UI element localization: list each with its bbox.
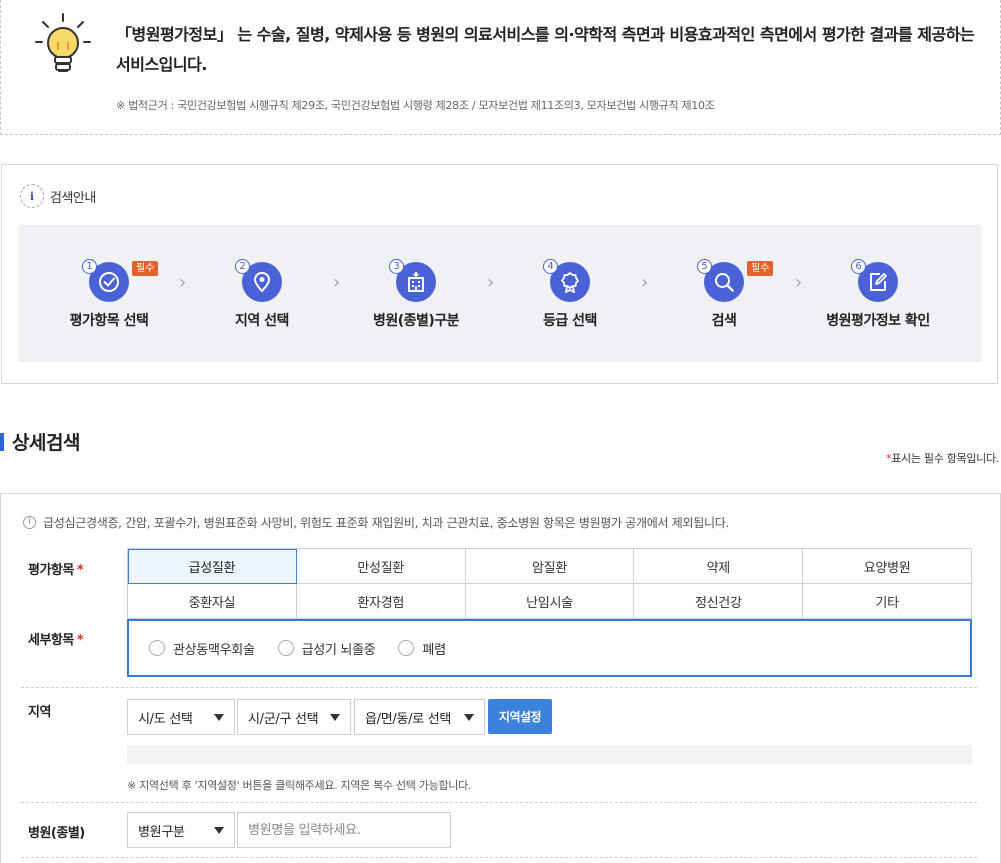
radio-pneumonia[interactable]: 폐렴 — [398, 639, 446, 658]
sigungu-select[interactable]: 시/군/구 선택 — [237, 699, 351, 735]
step-number: 1 — [82, 259, 97, 274]
category-infertility[interactable]: 난임시술 — [465, 584, 635, 619]
search-guide: i 검색안내 1 필수 평가항목 선택 › 2 지역 선택 › 3 병원(종별)… — [1, 164, 998, 384]
guide-header: i 검색안내 — [20, 183, 96, 209]
region-set-button[interactable]: 지역설정 — [488, 699, 552, 734]
step-label: 병원(종별)구분 — [372, 313, 460, 329]
guide-title: 검색안내 — [50, 190, 96, 206]
step-number: 6 — [851, 259, 866, 274]
category-mental-health[interactable]: 정신건강 — [634, 584, 804, 619]
hospital-type-label: 병원(종별) — [28, 826, 85, 841]
divider — [21, 857, 977, 858]
step-label: 검색 — [711, 313, 737, 329]
caret-down-icon — [464, 714, 474, 721]
region-label: 지역 — [28, 705, 51, 720]
sub-item-box: 관상동맥우회술 급성기 뇌졸중 폐렴 — [127, 619, 972, 677]
step-label: 평가항목 선택 — [69, 313, 149, 329]
sub-item-label: 세부항목 * — [28, 633, 84, 648]
selected-region-list — [127, 745, 972, 764]
caret-down-icon — [214, 827, 224, 834]
step-grade: 4 등급 선택 — [493, 225, 647, 362]
category-acute[interactable]: 급성질환 — [128, 549, 297, 584]
service-description: 「병원평가정보」 는 수술, 질병, 약제사용 등 병원의 의료서비스를 의·약… — [116, 25, 975, 74]
info-icon: i — [23, 516, 36, 529]
required-badge: 필수 — [132, 261, 159, 276]
category-drug[interactable]: 약제 — [634, 549, 804, 584]
caret-down-icon — [330, 714, 340, 721]
step-number: 5 — [697, 259, 712, 274]
region-help-text: ※ 지역선택 후 '지역설정' 버튼을 클릭해주세요. 지역은 복수 선택 가능… — [127, 779, 472, 792]
radio-button[interactable] — [277, 640, 294, 656]
step-label: 지역 선택 — [235, 313, 289, 329]
category-cancer[interactable]: 암질환 — [465, 549, 635, 584]
sido-select[interactable]: 시/도 선택 — [127, 699, 235, 735]
section-marker — [0, 433, 4, 451]
divider — [21, 802, 977, 803]
step-result: 6 병원평가정보 확인 — [801, 225, 955, 362]
detail-search-form: i 급성심근경색증, 간암, 포괄수가, 병원표준화 사망비, 위험도 표준화 … — [0, 493, 1001, 863]
step-region: 2 지역 선택 — [185, 225, 339, 362]
category-chronic[interactable]: 만성질환 — [296, 549, 466, 584]
step-number: 3 — [389, 259, 404, 274]
step-label: 등급 선택 — [543, 313, 597, 329]
required-note-text: 표시는 필수 항목입니다. — [891, 452, 999, 465]
notice-box: 「병원평가정보」 는 수술, 질병, 약제사용 등 병원의 의료서비스를 의·약… — [0, 0, 1001, 135]
exclusion-notice: i 급성심근경색증, 간암, 포괄수가, 병원표준화 사망비, 위험도 표준화 … — [23, 514, 729, 531]
step-number: 2 — [235, 259, 250, 274]
divider — [21, 687, 977, 688]
step-label: 병원평가정보 확인 — [826, 313, 930, 329]
section-title: 상세검색 — [12, 432, 80, 454]
category-nursing-hospital[interactable]: 요양병원 — [803, 549, 972, 584]
hospital-type-select[interactable]: 병원구분 — [127, 812, 235, 848]
step-number: 4 — [543, 259, 558, 274]
eval-item-label: 평가항목 * — [28, 563, 84, 578]
step-hospital-type: 3 병원(종별)구분 — [339, 225, 493, 362]
category-patient-experience[interactable]: 환자경험 — [296, 584, 466, 619]
required-note: *표시는 필수 항목입니다. — [886, 450, 999, 466]
radio-stroke[interactable]: 급성기 뇌졸중 — [277, 639, 376, 658]
radio-cabg[interactable]: 관상동맥우회술 — [149, 639, 255, 658]
radio-button[interactable] — [398, 640, 415, 656]
category-icu[interactable]: 중환자실 — [128, 584, 297, 619]
hospital-name-input[interactable] — [237, 812, 451, 848]
lightbulb-icon — [35, 13, 91, 72]
legal-basis: ※ 법적근거 : 국민건강보험법 시행규칙 제29조, 국민건강보험법 시행령 … — [116, 99, 715, 112]
exclusion-text: 급성심근경색증, 간암, 포괄수가, 병원표준화 사망비, 위험도 표준화 재입… — [43, 516, 729, 530]
caret-down-icon — [214, 714, 224, 721]
category-other[interactable]: 기타 — [803, 584, 972, 619]
step-evaluation-item: 1 필수 평가항목 선택 — [32, 225, 186, 362]
step-search: 5 필수 검색 — [647, 225, 801, 362]
step-list: 1 필수 평가항목 선택 › 2 지역 선택 › 3 병원(종별)구분 › 4 … — [19, 225, 981, 362]
radio-button[interactable] — [149, 640, 165, 656]
eupmyeondong-select[interactable]: 읍/면/동/로 선택 — [354, 699, 485, 735]
category-grid: 급성질환 만성질환 암질환 약제 요양병원 중환자실 환자경험 난임시술 정신건… — [127, 548, 972, 619]
required-badge: 필수 — [747, 261, 774, 276]
info-icon: i — [20, 184, 44, 208]
